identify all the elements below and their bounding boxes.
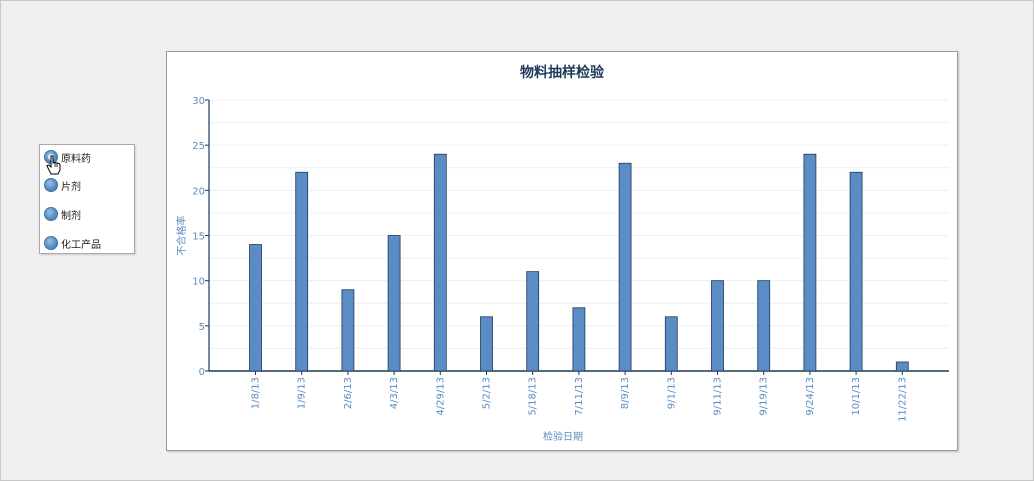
bar — [480, 316, 493, 372]
bar — [664, 316, 678, 372]
x-tick-label: 11/22/13 — [897, 377, 908, 422]
bar — [803, 153, 817, 372]
radio-icon[interactable] — [44, 236, 58, 250]
option-chemical-product[interactable]: 化工产品 — [44, 235, 101, 251]
x-tick-label: 9/11/13 — [713, 377, 724, 416]
x-tick-label: 5/2/13 — [482, 377, 493, 409]
bar-chart: 0 5 10 15 20 25 30 1/8/13 1/9/13 2/6/13 4/3/13 4/29… — [175, 96, 949, 443]
y-tick-label: 0 — [199, 367, 205, 378]
option-preparation[interactable]: 制剂 — [44, 206, 81, 222]
y-tick-label: 25 — [192, 141, 205, 152]
bar — [895, 361, 909, 372]
y-tick-label: 20 — [192, 186, 205, 197]
bar — [341, 289, 355, 372]
x-tick-label: 9/19/13 — [759, 377, 770, 416]
option-label: 片剂 — [61, 181, 81, 193]
bar — [618, 162, 632, 372]
x-tick-label: 1/8/13 — [251, 377, 262, 409]
radio-icon[interactable] — [44, 178, 58, 192]
x-tick-label: 7/11/13 — [574, 377, 585, 416]
bar — [849, 171, 863, 372]
x-tick-label: 8/9/13 — [620, 377, 631, 409]
x-tick-label: 10/1/13 — [851, 377, 862, 416]
radio-icon[interactable] — [44, 207, 58, 221]
x-tick-label: 2/6/13 — [343, 377, 354, 409]
bar — [757, 280, 771, 372]
y-tick-label: 30 — [192, 96, 205, 107]
x-tick-label: 9/1/13 — [666, 377, 677, 409]
bar — [295, 171, 309, 372]
x-tick-label: 4/3/13 — [389, 377, 400, 409]
option-label: 原料药 — [61, 153, 91, 165]
x-tick-label: 1/9/13 — [297, 377, 308, 409]
bar — [249, 244, 262, 372]
bar — [433, 153, 447, 372]
bar — [387, 235, 401, 372]
y-tick-label: 10 — [192, 277, 205, 288]
bar — [711, 280, 724, 372]
bar — [526, 271, 540, 372]
x-tick-label: 5/18/13 — [528, 377, 539, 416]
x-tick-label: 4/29/13 — [435, 377, 446, 416]
chart-panel: 物料抽样检验 0 5 10 15 20 25 30 1/8/13 1/9/13 2/6/13 4/3… — [166, 51, 958, 451]
option-label: 化工产品 — [61, 239, 101, 251]
hand-pointer-icon — [46, 155, 61, 175]
x-axis-label: 检验日期 — [543, 430, 583, 443]
x-tick-label: 9/24/13 — [805, 377, 816, 416]
option-label: 制剂 — [61, 210, 81, 222]
bar — [572, 307, 586, 372]
y-tick-label: 5 — [199, 322, 205, 333]
option-tablet[interactable]: 片剂 — [44, 177, 81, 193]
y-tick-label: 15 — [192, 232, 205, 243]
y-axis-label: 不合格率 — [175, 216, 188, 256]
